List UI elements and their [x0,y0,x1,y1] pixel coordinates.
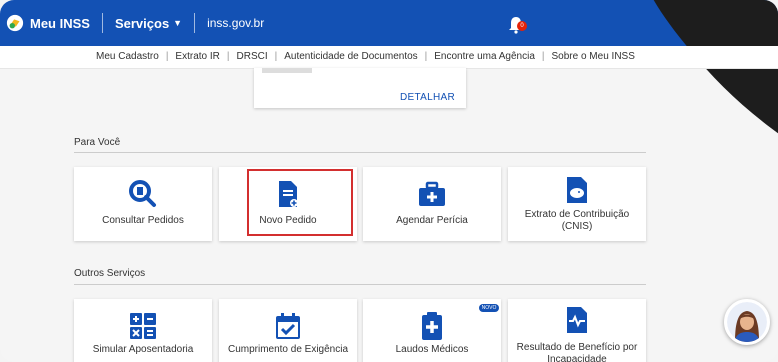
section-title-para-voce: Para Você [74,137,121,148]
card-resultado-beneficio[interactable]: Resultado de Benefício por Incapacidade [508,299,646,362]
app-title: Meu INSS [30,15,90,31]
info-card: DETALHAR [254,68,466,108]
heartbeat-document-icon [567,307,587,333]
card-label: Simular Aposentadoria [92,344,194,355]
info-card-placeholder [262,68,312,73]
calculator-icon [130,313,156,339]
subnav-encontre-agencia[interactable]: Encontre uma Agência [434,51,535,62]
medical-case-icon [419,181,445,206]
card-extrato-contribuicao[interactable]: Extrato de Contribuição (CNIS) [508,167,646,241]
home-link[interactable]: Meu INSS [6,14,90,32]
services-menu[interactable]: Serviços ▼ [115,16,182,31]
card-agendar-pericia[interactable]: Agendar Perícia [363,167,501,241]
header-divider [101,13,103,33]
header-divider [194,13,196,33]
card-label: Extrato de Contribuição (CNIS) [524,209,630,232]
subnav-drsci[interactable]: DRSCI [237,51,268,62]
subnav-extrato-ir[interactable]: Extrato IR [175,51,219,62]
section-divider [74,284,646,285]
medical-report-icon [422,312,442,340]
calendar-check-icon [276,313,300,339]
app-frame: Meu INSS Serviços ▼ inss.gov.br 0 Meu Ca… [0,0,778,362]
chevron-down-icon: ▼ [173,18,183,28]
new-badge: NOVO [479,304,499,312]
subnav-separator: | [274,51,278,62]
card-label: Agendar Perícia [396,215,468,226]
card-label: Laudos Médicos [395,344,469,355]
card-consultar-pedidos[interactable]: Consultar Pedidos [74,167,212,241]
inss-logo-icon [6,14,24,32]
assistant-avatar[interactable] [724,299,770,345]
card-label: Resultado de Benefício por Incapacidade [516,342,638,362]
subnav-sobre[interactable]: Sobre o Meu INSS [552,51,635,62]
services-menu-label: Serviços [114,15,170,31]
card-simular-aposentadoria[interactable]: Simular Aposentadoria [74,299,212,362]
card-cumprimento-exigencia[interactable]: Cumprimento de Exigência [219,299,357,362]
search-document-icon [129,180,156,207]
card-label: Consultar Pedidos [102,215,184,226]
highlight-box [247,169,353,236]
notification-badge: 0 [517,21,527,31]
site-link[interactable]: inss.gov.br [207,16,264,30]
subnav-meu-cadastro[interactable]: Meu Cadastro [96,51,159,62]
subnav-separator: | [165,51,169,62]
sub-navigation: Meu Cadastro | Extrato IR | DRSCI | Aute… [0,46,778,69]
subnav-separator: | [541,51,545,62]
card-label: Cumprimento de Exigência [227,344,349,355]
assistant-avatar-icon [727,302,767,342]
subnav-separator: | [226,51,230,62]
subnav-separator: | [424,51,428,62]
section-title-outros-servicos: Outros Serviços [74,268,146,279]
subnav-autenticidade[interactable]: Autenticidade de Documentos [284,51,417,62]
detalhar-button[interactable]: DETALHAR [400,92,455,103]
piggy-bank-document-icon [567,177,587,203]
section-divider [74,152,646,153]
